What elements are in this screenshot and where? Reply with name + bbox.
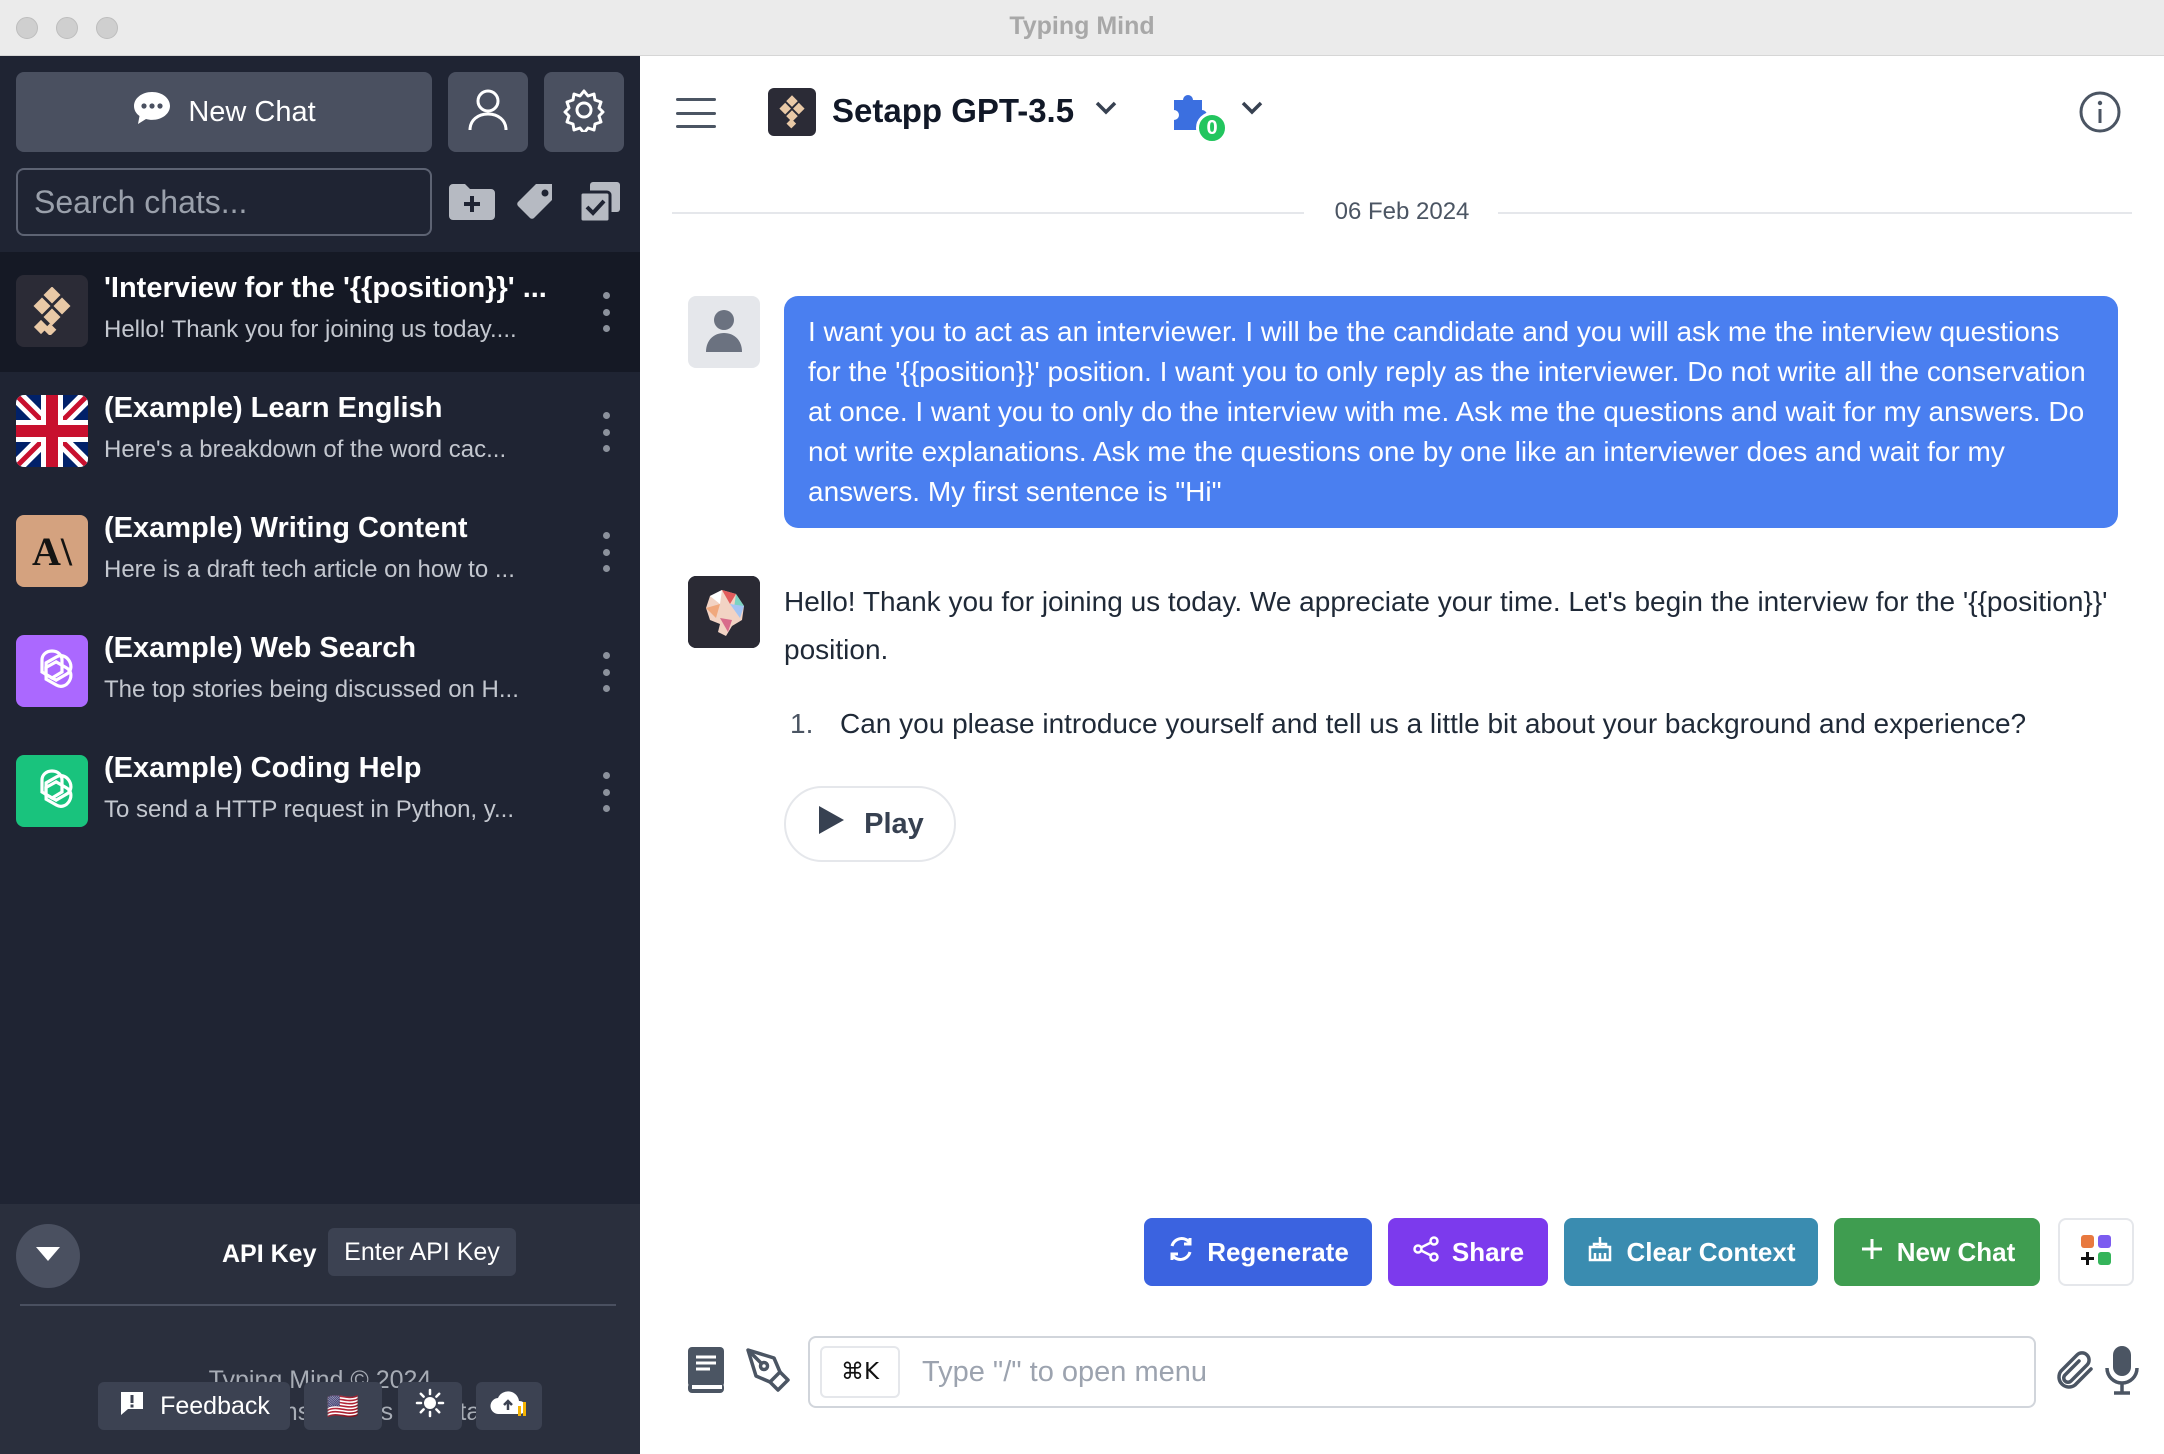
window-title: Typing Mind [1009,12,1155,40]
apps-button[interactable] [2058,1218,2134,1286]
paperclip-icon [2055,1349,2097,1396]
info-icon[interactable] [2078,90,2122,134]
clear-context-button[interactable]: Clear Context [1564,1218,1818,1286]
message-input[interactable] [922,1342,2022,1402]
us-flag-icon: 🇺🇸 [326,1390,360,1421]
chat-list: 'Interview for the '{{position}}' ... He… [0,252,640,852]
footer-divider [20,1304,616,1306]
uk-flag-icon [16,395,88,467]
new-chat-action-button[interactable]: New Chat [1834,1218,2040,1286]
setapp-logo-icon [16,275,88,347]
chat-title: 'Interview for the '{{position}}' ... [104,272,547,304]
theme-toggle-button[interactable] [398,1382,462,1430]
voice-input-button[interactable] [2098,1344,2146,1401]
share-button[interactable]: Share [1388,1218,1548,1286]
list-number: 1. [790,708,814,739]
assistant-message-text: Hello! Thank you for joining us today. W… [784,586,2108,665]
profile-button[interactable] [448,72,528,152]
chat-item-interview[interactable]: 'Interview for the '{{position}}' ... He… [0,252,640,372]
chat-item-web-search[interactable]: (Example) Web Search The top stories bei… [0,612,640,732]
chat-preview: Here is a draft tech article on how to .… [104,556,515,583]
chevron-down-icon[interactable] [1094,100,1118,121]
apps-grid-icon [2079,1233,2113,1272]
folder-plus-icon [447,182,497,227]
collapse-footer-button[interactable] [16,1224,80,1288]
gear-icon [562,88,606,137]
chat-options-icon[interactable] [596,412,616,452]
feedback-icon [118,1389,146,1424]
main-panel: Setapp GPT-3.5 0 06 Feb 2024 I want you … [640,56,2164,1454]
list-item-text: Can you please introduce yourself and te… [840,708,2027,739]
feedback-button[interactable]: Feedback [98,1382,290,1430]
broom-icon [1586,1235,1614,1270]
microphone-icon [2104,1344,2140,1401]
chat-title: (Example) Coding Help [104,752,422,784]
chat-item-writing-content[interactable]: A\ (Example) Writing Content Here is a d… [0,492,640,612]
sun-icon [415,1388,445,1425]
setapp-logo-icon [768,88,816,136]
date-label: 06 Feb 2024 [1334,198,1470,225]
sidebar: New Chat 'Interview for the '{{position [0,56,640,1454]
tag-icon [514,180,558,229]
chat-item-coding-help[interactable]: (Example) Coding Help To send a HTTP req… [0,732,640,852]
share-icon [1412,1235,1440,1270]
play-icon [816,804,846,844]
chat-bubble-icon [132,90,172,134]
user-icon [467,88,509,137]
user-message-bubble: I want you to act as an interviewer. I w… [784,296,2118,528]
plugins-count-badge: 0 [1196,112,1228,144]
chat-options-icon[interactable] [596,292,616,332]
assistant-avatar [688,576,760,648]
book-icon [684,1345,728,1400]
chat-options-icon[interactable] [596,532,616,572]
refresh-icon [1167,1235,1195,1270]
pen-tool-icon [744,1346,792,1399]
window-titlebar: Typing Mind [0,0,2164,56]
chevron-down-icon[interactable] [1240,100,1264,121]
attach-file-button[interactable] [2052,1346,2100,1398]
anthropic-logo-icon: A\ [16,515,88,587]
plugins-button[interactable]: 0 [1168,86,1228,144]
tags-button[interactable] [510,178,562,230]
api-key-label: API Key [222,1240,317,1268]
triangle-down-icon [34,1245,62,1268]
new-chat-label: New Chat [188,95,316,128]
chat-options-icon[interactable] [596,652,616,692]
play-button[interactable]: Play [784,786,956,862]
shortcut-badge[interactable]: ⌘K [820,1346,900,1398]
cloud-upload-icon [489,1388,529,1425]
multi-select-icon [578,180,622,229]
new-folder-button[interactable] [446,178,498,230]
chat-preview: To send a HTTP request in Python, y... [104,796,514,823]
sync-button[interactable] [476,1382,542,1430]
chat-item-learn-english[interactable]: (Example) Learn English Here's a breakdo… [0,372,640,492]
chat-preview: The top stories being discussed on H... [104,676,519,703]
chat-title: (Example) Learn English [104,392,443,424]
prompt-library-button[interactable] [682,1346,730,1398]
model-selector[interactable]: Setapp GPT-3.5 [832,92,1074,130]
openai-logo-icon [16,635,88,707]
chat-preview: Here's a breakdown of the word cac... [104,436,507,463]
openai-logo-icon [16,755,88,827]
new-chat-button[interactable]: New Chat [16,72,432,152]
user-avatar [688,296,760,368]
chat-preview: Hello! Thank you for joining us today...… [104,316,517,343]
enter-api-key-button[interactable]: Enter API Key [328,1228,516,1276]
select-chats-button[interactable] [574,178,626,230]
search-chats-input[interactable] [16,168,432,236]
date-separator: 06 Feb 2024 [672,192,2132,232]
message-composer: ⌘K [808,1336,2036,1408]
chat-options-icon[interactable] [596,772,616,812]
plus-icon [1859,1236,1885,1269]
regenerate-button[interactable]: Regenerate [1144,1218,1372,1286]
prompt-tools-button[interactable] [744,1346,792,1398]
user-icon [705,308,743,357]
chat-title: (Example) Web Search [104,632,417,664]
settings-button[interactable] [544,72,624,152]
language-button[interactable]: 🇺🇸 [304,1382,382,1430]
chat-title: (Example) Writing Content [104,512,468,544]
menu-icon[interactable] [676,98,716,128]
